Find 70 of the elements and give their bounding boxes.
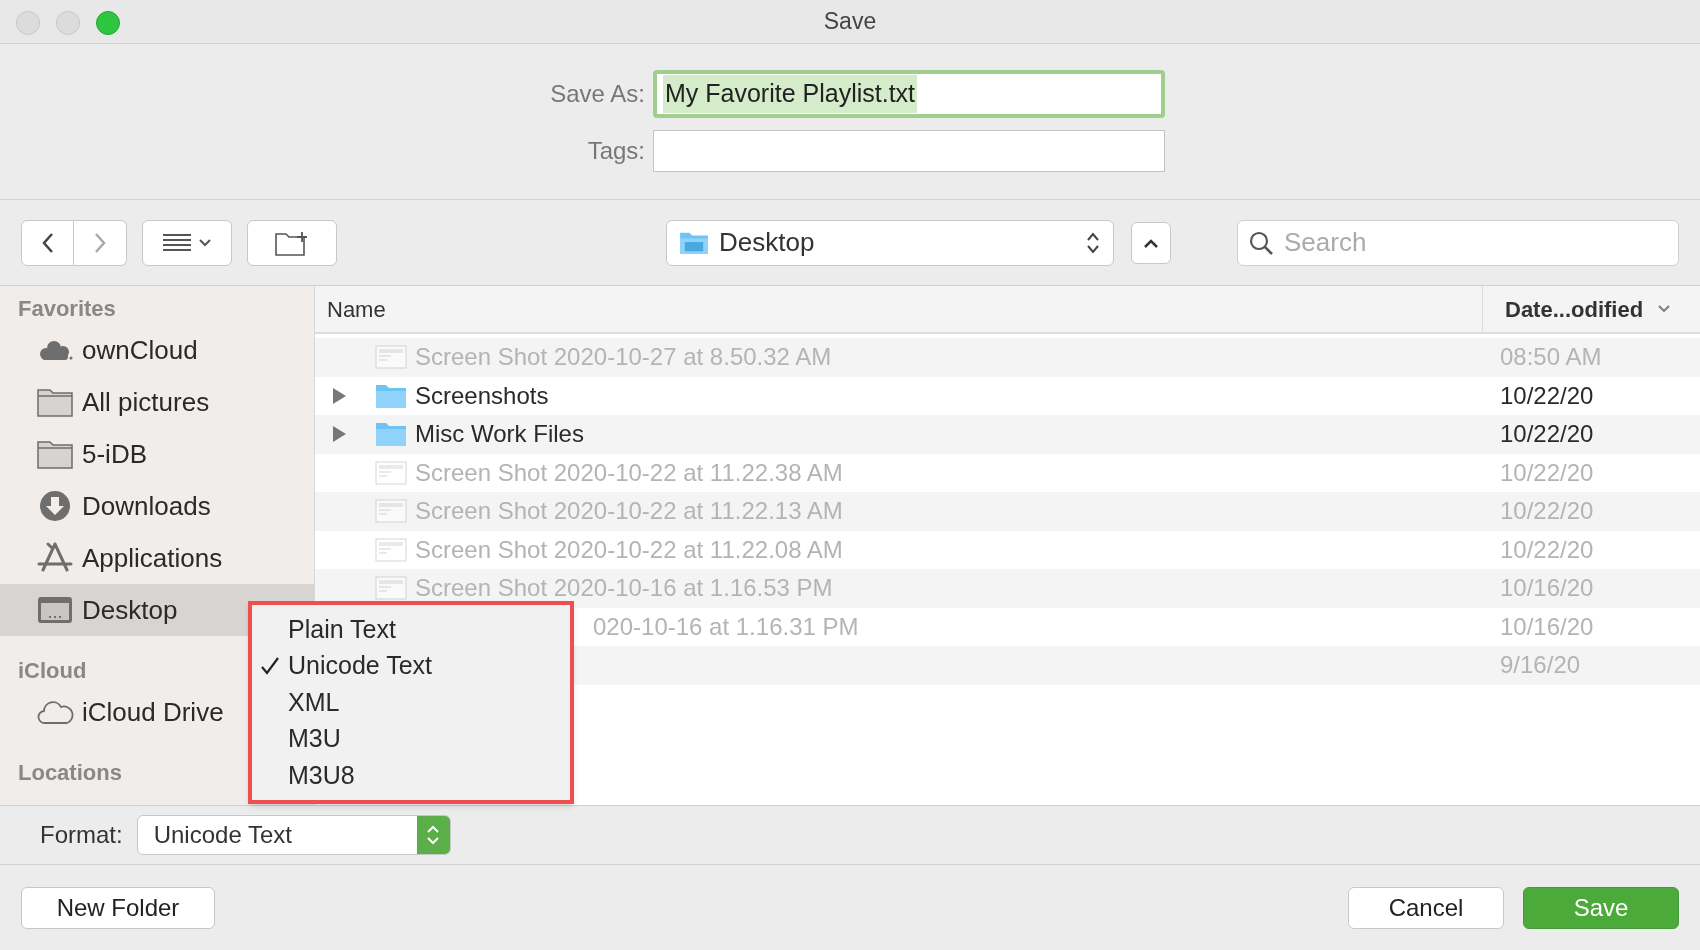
disclosure-triangle-icon[interactable]: [331, 386, 347, 405]
zoom-button[interactable]: [96, 11, 120, 35]
search-field[interactable]: Search: [1237, 219, 1679, 266]
file-name: Screen Shot 2020-10-22 at 11.22.38 AM: [415, 457, 843, 488]
list-view-icon: [162, 232, 192, 253]
folder-icon: [36, 386, 74, 418]
sidebar-item[interactable]: Downloads: [0, 480, 314, 532]
chevron-right-icon: [93, 231, 107, 254]
sidebar-item[interactable]: All pictures: [0, 376, 314, 428]
file-name: 020-10-16 at 1.16.31 PM: [593, 611, 859, 642]
file-date: 10/22/20: [1499, 419, 1595, 450]
file-date: 10/22/20: [1499, 496, 1595, 527]
column-header[interactable]: Name: [315, 292, 1482, 326]
image-thumbnail-icon: [375, 344, 407, 371]
file-name: Misc Work Files: [415, 419, 584, 450]
menu-item[interactable]: M3U8: [252, 757, 570, 794]
folder-icon: [375, 421, 407, 448]
sidebar-section-title: Favorites: [18, 295, 116, 323]
format-label: Format:: [40, 820, 123, 850]
menu-item[interactable]: XML: [252, 684, 570, 721]
file-name: Screen Shot 2020-10-22 at 11.22.13 AM: [415, 496, 843, 527]
image-thumbnail-icon: [375, 536, 407, 563]
new-folder-button[interactable]: New Folder: [21, 886, 215, 929]
file-date: 10/22/20: [1499, 380, 1595, 411]
folder-icon: [36, 438, 74, 470]
file-date: 10/16/20: [1499, 611, 1595, 642]
folder-plus-icon: [274, 229, 310, 256]
file-date: 10/22/20: [1499, 534, 1595, 565]
forward-button[interactable]: [74, 219, 127, 266]
file-name: Screen Shot 2020-10-16 at 1.16.53 PM: [415, 573, 833, 604]
folder-icon: [375, 382, 407, 409]
up-down-chevron-icon: [426, 823, 441, 847]
chevron-down-icon: [1657, 304, 1672, 314]
chevron-left-icon: [40, 231, 55, 254]
file-row[interactable]: Misc Work Files 10/22/20: [315, 415, 1700, 454]
file-date: 08:50 AM: [1499, 342, 1603, 373]
search-icon: [1248, 229, 1274, 256]
sidebar-item[interactable]: Applications: [0, 532, 314, 584]
file-name: Screen Shot 2020-10-27 at 8.50.32 AM: [415, 342, 832, 373]
format-dropdown[interactable]: Unicode Text: [136, 815, 451, 855]
location-dropdown[interactable]: Desktop: [666, 219, 1114, 266]
tags-field[interactable]: [653, 130, 1165, 172]
desktop-icon: [36, 594, 74, 626]
file-date: 10/16/20: [1499, 573, 1595, 604]
column-header[interactable]: Date...odified: [1482, 286, 1700, 332]
image-thumbnail-icon: [375, 575, 407, 602]
file-date: 9/16/20: [1499, 650, 1582, 681]
chevron-down-icon: [198, 237, 212, 248]
up-button[interactable]: [1131, 221, 1171, 264]
sidebar-section-title: Locations: [18, 759, 122, 787]
view-options-button[interactable]: [142, 219, 232, 266]
disclosure-triangle-icon[interactable]: [331, 425, 347, 444]
new-folder-icon-button[interactable]: [247, 219, 337, 266]
file-name: Screenshots: [415, 380, 549, 411]
image-thumbnail-icon: [375, 459, 407, 486]
cancel-button[interactable]: Cancel: [1348, 886, 1504, 929]
folder-icon: [679, 230, 709, 255]
apps-icon: [36, 542, 74, 574]
file-date: 10/22/20: [1499, 457, 1595, 488]
sidebar-section-title: iCloud: [18, 657, 87, 685]
filename-field[interactable]: My Favorite Playlist.txt: [653, 70, 1165, 118]
image-thumbnail-icon: [375, 498, 407, 525]
window-title: Save: [823, 7, 877, 37]
save-as-label: Save As:: [549, 79, 645, 109]
tags-label: Tags:: [586, 136, 645, 166]
sidebar-item[interactable]: 5-iDB: [0, 428, 314, 480]
menu-item[interactable]: M3U: [252, 720, 570, 757]
back-button[interactable]: [21, 219, 74, 266]
file-name: Screen Shot 2020-10-22 at 11.22.08 AM: [415, 534, 843, 565]
sidebar-item[interactable]: ownCloud: [0, 324, 314, 376]
